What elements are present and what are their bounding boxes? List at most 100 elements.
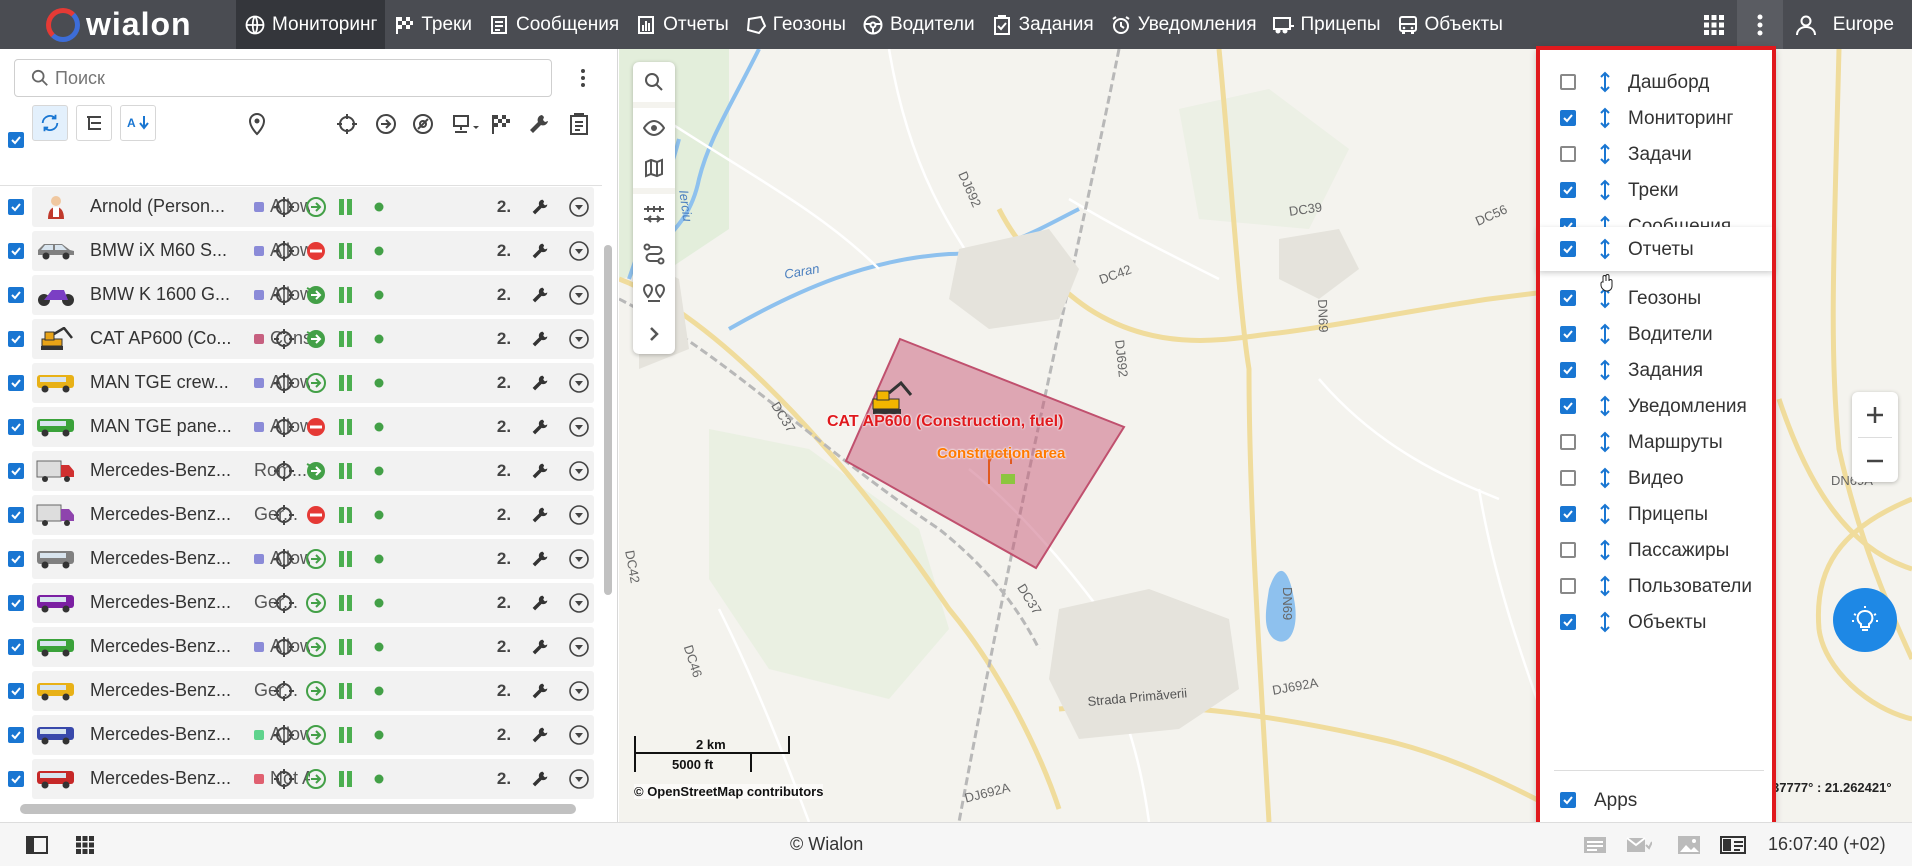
- tab-visibility-checkbox[interactable]: [1560, 146, 1576, 162]
- locate-crosshair-icon[interactable]: [272, 547, 296, 571]
- wrench-icon[interactable]: [528, 547, 552, 571]
- wrench-icon[interactable]: [528, 503, 552, 527]
- connection-bars-icon[interactable]: [334, 635, 358, 659]
- route-builder-icon[interactable]: [633, 234, 675, 274]
- nav-tab-5[interactable]: Водители: [854, 0, 983, 49]
- drag-handle-icon[interactable]: [1598, 70, 1612, 94]
- unit-map-label[interactable]: CAT AP600 (Construction, fuel): [827, 413, 1063, 431]
- panel-menu-kebab-icon[interactable]: [572, 63, 594, 93]
- clipboard-header-icon[interactable]: [566, 111, 592, 137]
- connection-bars-icon[interactable]: [334, 591, 358, 615]
- nav-tab-1[interactable]: Треки: [385, 0, 480, 49]
- tab-visibility-checkbox[interactable]: [1560, 542, 1576, 558]
- connection-state-header-icon[interactable]: [410, 111, 436, 137]
- auto-refresh-button[interactable]: [32, 105, 68, 141]
- tab-visibility-checkbox[interactable]: [1560, 241, 1576, 257]
- drag-handle-icon[interactable]: [1598, 502, 1612, 526]
- unit-list-horizontal-scrollbar[interactable]: [20, 804, 576, 814]
- locate-crosshair-icon[interactable]: [272, 591, 296, 615]
- apps-checkbox[interactable]: [1560, 792, 1576, 808]
- wrench-icon[interactable]: [528, 591, 552, 615]
- unit-name[interactable]: Mercedes-Benz...: [90, 680, 236, 701]
- drag-handle-icon[interactable]: [1598, 237, 1612, 261]
- connection-bars-icon[interactable]: [334, 459, 358, 483]
- log-panel-icon[interactable]: [1720, 833, 1746, 857]
- motion-state-header-icon[interactable]: [373, 111, 399, 137]
- row-actions-chevron-icon[interactable]: [567, 195, 591, 219]
- motion-state-icon[interactable]: [304, 283, 328, 307]
- connection-bars-icon[interactable]: [334, 327, 358, 351]
- commands-header-icon[interactable]: [450, 111, 482, 137]
- connection-bars-icon[interactable]: [334, 415, 358, 439]
- location-pin-icon[interactable]: [244, 111, 270, 137]
- group-tree-button[interactable]: [76, 105, 112, 141]
- wrench-header-icon[interactable]: [526, 111, 552, 137]
- panel-toggle-icon[interactable]: [24, 833, 50, 857]
- checkered-flag-icon[interactable]: [488, 111, 514, 137]
- unit-checkbox[interactable]: [8, 727, 24, 743]
- tips-lightbulb-button[interactable]: [1833, 588, 1897, 652]
- connection-bars-icon[interactable]: [334, 767, 358, 791]
- tab-visibility-checkbox[interactable]: [1560, 470, 1576, 486]
- connection-bars-icon[interactable]: [334, 547, 358, 571]
- drag-handle-icon[interactable]: [1598, 106, 1612, 130]
- drag-handle-icon[interactable]: [1598, 358, 1612, 382]
- row-actions-chevron-icon[interactable]: [567, 547, 591, 571]
- unit-name[interactable]: Mercedes-Benz...: [90, 548, 236, 569]
- motion-state-icon[interactable]: [304, 767, 328, 791]
- copyright-text[interactable]: © Wialon: [790, 834, 863, 855]
- unit-name[interactable]: Mercedes-Benz...: [90, 592, 236, 613]
- unit-name[interactable]: Mercedes-Benz...: [90, 504, 236, 525]
- row-actions-chevron-icon[interactable]: [567, 459, 591, 483]
- unit-row[interactable]: MAN TGE crew... Allow 2.: [0, 361, 602, 405]
- unit-checkbox[interactable]: [8, 639, 24, 655]
- drag-handle-icon[interactable]: [1598, 466, 1612, 490]
- unit-name[interactable]: BMW iX M60 S...: [90, 240, 236, 261]
- messages-status-icon[interactable]: [1582, 833, 1608, 857]
- unit-name[interactable]: MAN TGE crew...: [90, 372, 236, 393]
- connection-bars-icon[interactable]: [334, 503, 358, 527]
- drag-handle-icon[interactable]: [1598, 610, 1612, 634]
- tab-visibility-checkbox[interactable]: [1560, 182, 1576, 198]
- locate-crosshair-icon[interactable]: [272, 459, 296, 483]
- wrench-icon[interactable]: [528, 415, 552, 439]
- unit-row[interactable]: Mercedes-Benz... Rom... 2.: [0, 449, 602, 493]
- geofence-map-label[interactable]: Construction area: [937, 445, 1065, 462]
- motion-state-icon[interactable]: [304, 547, 328, 571]
- unit-checkbox[interactable]: [8, 595, 24, 611]
- unit-row[interactable]: Mercedes-Benz... Ger... 2.: [0, 493, 602, 537]
- more-tabs-kebab-icon[interactable]: [1736, 0, 1783, 49]
- tab-visibility-checkbox[interactable]: [1560, 110, 1576, 126]
- connection-bars-icon[interactable]: [334, 239, 358, 263]
- locate-crosshair-icon[interactable]: [272, 283, 296, 307]
- unit-row[interactable]: Mercedes-Benz... Not A 2.: [0, 757, 602, 801]
- motion-state-icon[interactable]: [304, 503, 328, 527]
- nav-tab-3[interactable]: Отчеты: [627, 0, 737, 49]
- connection-bars-icon[interactable]: [334, 283, 358, 307]
- map-search-icon[interactable]: [633, 62, 675, 102]
- ruler-icon[interactable]: [633, 194, 675, 234]
- row-actions-chevron-icon[interactable]: [567, 591, 591, 615]
- tab-visibility-checkbox[interactable]: [1560, 362, 1576, 378]
- grid-layout-icon[interactable]: [72, 833, 98, 857]
- nav-tab-0[interactable]: Мониторинг: [236, 0, 386, 49]
- connection-bars-icon[interactable]: [334, 371, 358, 395]
- tab-visibility-checkbox[interactable]: [1560, 398, 1576, 414]
- unit-checkbox[interactable]: [8, 419, 24, 435]
- unit-row[interactable]: BMW K 1600 G... Allow 2.: [0, 273, 602, 317]
- unit-checkbox[interactable]: [8, 463, 24, 479]
- unit-row[interactable]: MAN TGE pane... Allow 2.: [0, 405, 602, 449]
- unit-name[interactable]: MAN TGE pane...: [90, 416, 236, 437]
- tab-visibility-checkbox[interactable]: [1560, 506, 1576, 522]
- row-actions-chevron-icon[interactable]: [567, 283, 591, 307]
- tab-visibility-checkbox[interactable]: [1560, 614, 1576, 630]
- unit-checkbox[interactable]: [8, 199, 24, 215]
- unit-row[interactable]: Arnold (Person... Allow 2.: [0, 185, 602, 229]
- unit-checkbox[interactable]: [8, 287, 24, 303]
- locate-crosshair-icon[interactable]: [272, 195, 296, 219]
- drag-handle-icon[interactable]: [1598, 178, 1612, 202]
- wrench-icon[interactable]: [528, 327, 552, 351]
- unit-name[interactable]: Mercedes-Benz...: [90, 636, 236, 657]
- unit-checkbox[interactable]: [8, 507, 24, 523]
- map-attribution[interactable]: © OpenStreetMap contributors: [634, 784, 824, 799]
